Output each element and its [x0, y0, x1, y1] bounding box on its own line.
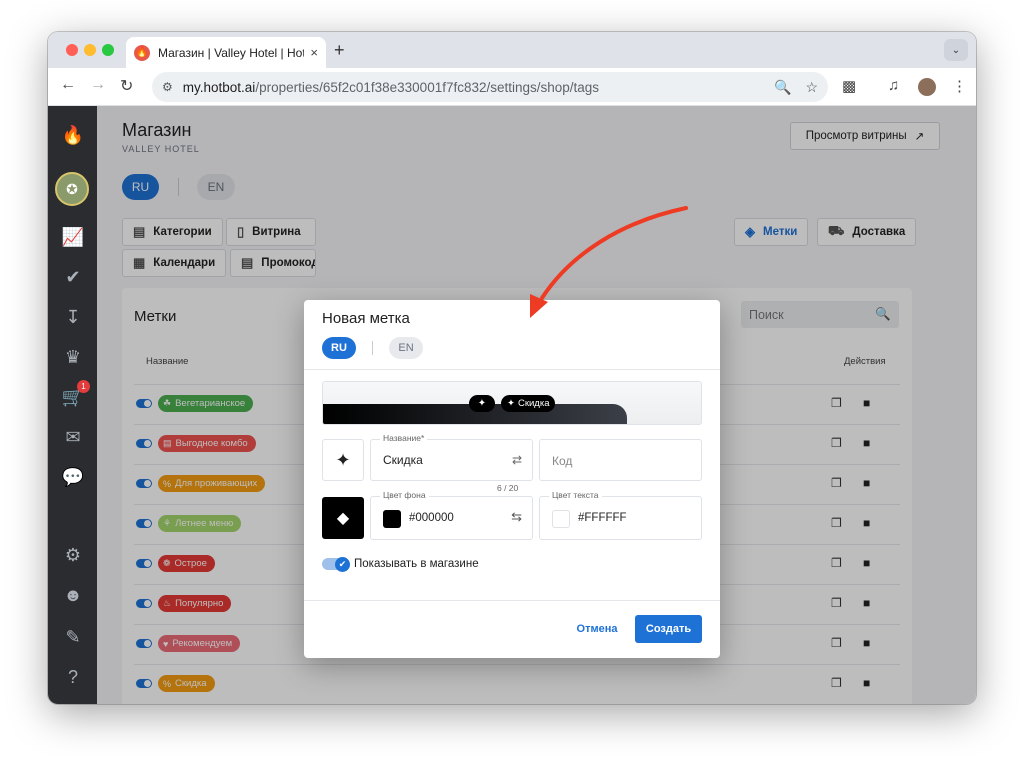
icon-picker-button[interactable]: ✦ — [322, 439, 364, 481]
dialog-lang-en-button[interactable]: EN — [389, 337, 423, 359]
maximize-window-button[interactable] — [102, 44, 114, 56]
hotbot-logo-icon[interactable]: 🔥 — [60, 122, 86, 148]
bg-color-swatch[interactable] — [383, 510, 401, 528]
forward-arrow-icon[interactable]: → — [90, 76, 106, 94]
dialog-title: Новая метка — [322, 310, 410, 327]
close-tab-icon[interactable]: × — [310, 45, 318, 60]
check-circle-icon[interactable]: ✔ — [60, 264, 86, 290]
media-controls-icon[interactable]: ♫ — [888, 77, 899, 94]
name-field[interactable]: Название* Скидка ⇄ — [370, 433, 533, 481]
cart-badge: 1 — [77, 380, 90, 393]
name-field-value: Скидка — [383, 453, 423, 467]
tab-strip: 🔥 Магазин | Valley Hotel | Hotbot × + ⌄ — [48, 32, 976, 68]
back-arrow-icon[interactable]: ← — [60, 76, 76, 94]
show-in-shop-label: Показывать в магазине — [354, 558, 479, 570]
bg-color-value: #000000 — [409, 512, 454, 524]
tag-shape-icon: ◆ — [336, 510, 350, 527]
bookmark-star-icon[interactable]: ☆ — [805, 79, 818, 96]
bg-color-field[interactable]: Цвет фона #000000 ⇆ — [370, 490, 533, 540]
crown-icon[interactable]: ♛ — [60, 344, 86, 370]
translate-icon[interactable]: ⇄ — [512, 453, 522, 467]
url-path: /properties/65f2c01f38e330001f7fc832/set… — [255, 79, 600, 95]
sparkle-icon: ✦ — [335, 449, 351, 470]
minimize-window-button[interactable] — [84, 44, 96, 56]
browser-tab[interactable]: 🔥 Магазин | Valley Hotel | Hotbot × — [126, 37, 326, 68]
name-field-label: Название* — [380, 433, 428, 443]
preview-sparkle-icon: ✦ — [469, 395, 495, 412]
new-tab-button[interactable]: + — [334, 40, 345, 61]
preview-tag-pill: ✦ Скидка — [501, 395, 556, 412]
hotbot-favicon-icon: 🔥 — [134, 44, 150, 61]
bg-color-preview[interactable]: ◆ — [322, 497, 364, 539]
browser-window: 🔥 Магазин | Valley Hotel | Hotbot × + ⌄ … — [48, 32, 976, 704]
user-profile-icon[interactable]: ☻ — [60, 582, 86, 608]
tab-title: Магазин | Valley Hotel | Hotbot — [158, 45, 305, 60]
mail-send-icon[interactable]: ✉ — [60, 424, 86, 450]
help-icon[interactable]: ? — [60, 664, 86, 690]
browser-toolbar: ← → ↻ ⚙ my.hotbot.ai/properties/65f2c01f… — [48, 68, 976, 106]
url-text: my.hotbot.ai/properties/65f2c01f38e33000… — [183, 80, 760, 95]
new-tag-dialog: Новая метка RU EN ✦ ✦ Скидка ✦ Название*… — [304, 300, 720, 658]
inbox-download-icon[interactable]: ↧ — [60, 304, 86, 330]
swap-colors-icon[interactable]: ⇆ — [511, 509, 522, 525]
cancel-button[interactable]: Отмена — [570, 618, 624, 640]
text-color-label: Цвет текста — [549, 490, 602, 500]
dialog-divider — [304, 369, 720, 370]
sidebar: 🔥 ✪ 📈 ✔ ↧ ♛ 🛒 1 ✉ 💬 ⚙ ☻ ✎ ? — [48, 106, 97, 704]
property-avatar[interactable]: ✪ — [55, 172, 89, 206]
tag-preview: ✦ ✦ Скидка — [322, 381, 702, 425]
tab-search-chevron-icon[interactable]: ⌄ — [944, 39, 968, 61]
text-color-value: #FFFFFF — [578, 512, 627, 524]
app: 🔥 ✪ 📈 ✔ ↧ ♛ 🛒 1 ✉ 💬 ⚙ ☻ ✎ ? Магазин VALL… — [48, 106, 976, 704]
address-bar[interactable]: ⚙ my.hotbot.ai/properties/65f2c01f38e330… — [152, 72, 828, 102]
zoom-icon[interactable]: 🔍 — [774, 79, 791, 96]
preview-tag-label: Скидка — [517, 398, 550, 409]
create-button[interactable]: Создать — [635, 615, 702, 643]
browser-menu-icon[interactable]: ⋮ — [952, 77, 967, 95]
check-icon: ✔ — [335, 557, 350, 572]
site-settings-icon[interactable]: ⚙ — [162, 80, 173, 94]
close-window-button[interactable] — [66, 44, 78, 56]
dialog-lang-ru-button[interactable]: RU — [322, 337, 356, 359]
url-host: my.hotbot.ai — [182, 79, 256, 95]
name-char-counter: 6 / 20 — [497, 483, 519, 493]
edit-pencil-icon[interactable]: ✎ — [60, 624, 86, 650]
chat-icon[interactable]: 💬 — [60, 464, 86, 490]
settings-gear-icon[interactable]: ⚙ — [60, 542, 86, 568]
bg-color-label: Цвет фона — [380, 490, 429, 500]
analytics-icon[interactable]: 📈 — [60, 224, 86, 250]
profile-avatar[interactable] — [918, 78, 936, 96]
extensions-icon[interactable]: ▩ — [842, 77, 856, 95]
sparkle-icon: ✦ — [507, 398, 515, 409]
reload-icon[interactable]: ↻ — [120, 76, 133, 96]
dialog-footer-divider — [304, 600, 720, 601]
code-field-placeholder: Код — [552, 454, 573, 468]
dialog-lang-divider — [372, 341, 373, 355]
text-color-field[interactable]: Цвет текста #FFFFFF — [539, 490, 702, 540]
code-field[interactable]: Код — [539, 439, 702, 481]
text-color-swatch[interactable] — [552, 510, 570, 528]
